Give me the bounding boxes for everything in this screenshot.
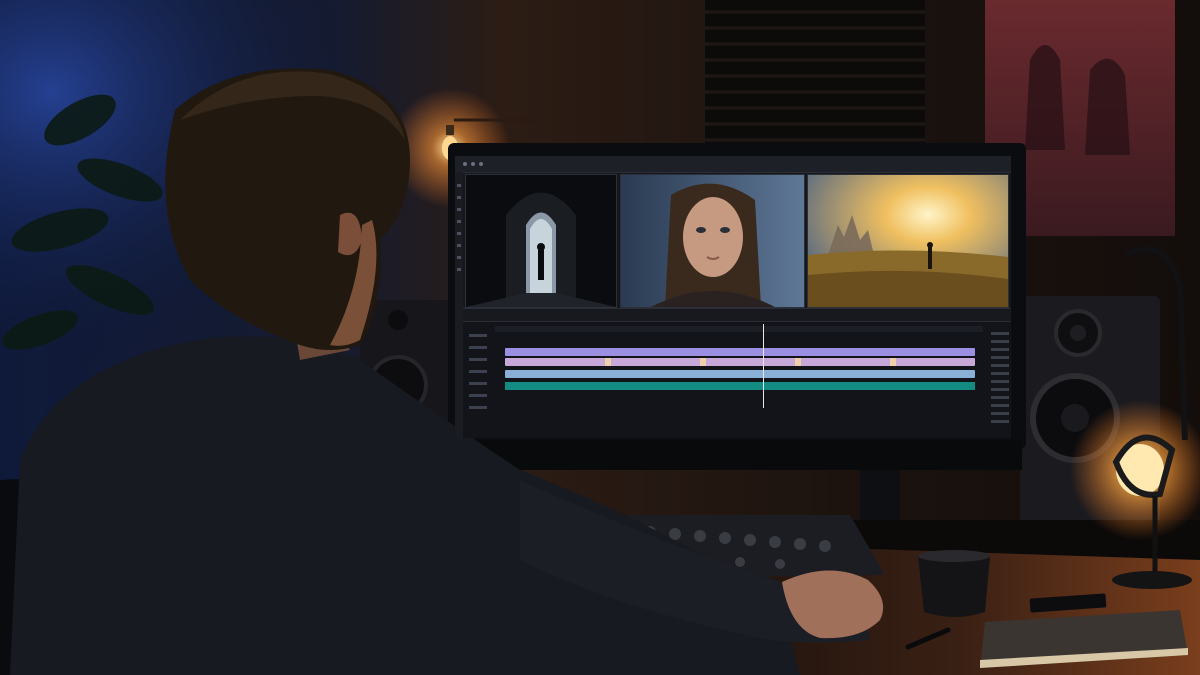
timeline-clip[interactable] (505, 370, 975, 378)
editor-top-bar (455, 156, 1011, 173)
track-header[interactable] (469, 370, 487, 373)
preview-panel-archway[interactable] (465, 174, 617, 308)
tool-panel (455, 172, 463, 438)
track-header[interactable] (469, 358, 487, 361)
video-track-1[interactable] (495, 348, 983, 356)
tool-icon[interactable] (457, 256, 461, 259)
track-header[interactable] (469, 394, 487, 397)
tool-icon[interactable] (457, 220, 461, 223)
timeline-clip[interactable] (505, 358, 975, 366)
tool-icon[interactable] (457, 232, 461, 235)
tool-icon[interactable] (457, 208, 461, 211)
timeline-panel[interactable] (463, 322, 1011, 438)
timeline-clip[interactable] (505, 348, 975, 356)
track-header[interactable] (469, 334, 487, 337)
track-header[interactable] (469, 406, 487, 409)
tool-icon[interactable] (457, 196, 461, 199)
preview-panel-portrait[interactable] (620, 174, 805, 308)
clip-marker[interactable] (795, 358, 801, 366)
window-control-icon[interactable] (471, 162, 475, 166)
audio-meter (991, 332, 1009, 428)
coffee-mug-icon (918, 556, 990, 617)
audio-track-2[interactable] (505, 382, 975, 390)
window-control-icon[interactable] (479, 162, 483, 166)
timeline-ruler[interactable] (495, 326, 983, 332)
playhead[interactable] (763, 324, 764, 408)
track-header[interactable] (469, 382, 487, 385)
editing-room-scene (0, 0, 1200, 675)
clip-marker[interactable] (890, 358, 896, 366)
archway-frame (466, 175, 616, 307)
preview-panel-landscape[interactable] (807, 174, 1009, 308)
landscape-frame (808, 175, 1008, 307)
tool-icon[interactable] (457, 268, 461, 271)
track-header[interactable] (469, 346, 487, 349)
clip-marker[interactable] (605, 358, 611, 366)
figure-in-field (928, 247, 932, 269)
transport-controls[interactable] (463, 308, 1011, 322)
figure-in-archway (538, 250, 544, 280)
clip-marker[interactable] (700, 358, 706, 366)
window-control-icon[interactable] (463, 162, 467, 166)
tool-icon[interactable] (457, 184, 461, 187)
video-editor-screen (455, 156, 1011, 438)
audio-track-1[interactable] (495, 370, 983, 378)
portrait-frame (621, 175, 804, 307)
tool-icon[interactable] (457, 244, 461, 247)
video-track-2[interactable] (495, 358, 983, 366)
